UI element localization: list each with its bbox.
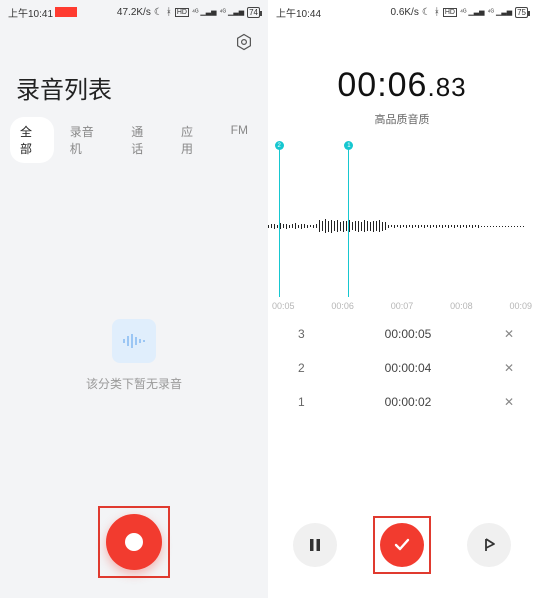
page-title: 录音列表 bbox=[0, 52, 268, 117]
empty-state: 该分类下暂无录音 bbox=[0, 143, 268, 568]
status-net: 0.6K/s bbox=[390, 7, 418, 18]
marker-badge: 2 bbox=[275, 141, 284, 150]
record-icon bbox=[125, 533, 143, 551]
settings-button[interactable] bbox=[234, 32, 254, 52]
stop-button[interactable] bbox=[380, 523, 424, 567]
pause-button[interactable] bbox=[293, 523, 337, 567]
signal-icon: ⁴ᴳ ▁▃▅ bbox=[460, 8, 485, 16]
recording-controls bbox=[268, 516, 536, 574]
time-marker[interactable]: 1 bbox=[348, 147, 349, 297]
battery-icon: 75 bbox=[515, 7, 528, 18]
moon-icon: ☾ bbox=[154, 7, 163, 18]
waveform-area[interactable]: 21 00:0500:0600:0700:0800:09 bbox=[268, 141, 536, 311]
status-bar: 上午10:41 47.2K/s ☾ ᚼ HD ⁴ᴳ ▁▃▅ ⁴ᴳ ▁▃▅ 74 bbox=[0, 0, 268, 24]
marks-list: 300:00:05✕200:00:04✕100:00:02✕ bbox=[268, 311, 536, 419]
moon-icon: ☾ bbox=[422, 7, 431, 18]
time-marker[interactable]: 2 bbox=[279, 147, 280, 297]
signal-icon-2: ⁴ᴳ ▁▃▅ bbox=[220, 8, 245, 16]
recording-screen: 上午10:44 0.6K/s ☾ ᚼ HD ⁴ᴳ ▁▃▅ ⁴ᴳ ▁▃▅ 75 0… bbox=[268, 0, 536, 598]
delete-mark-button[interactable]: ✕ bbox=[494, 327, 514, 341]
gear-icon bbox=[235, 33, 253, 51]
waveform bbox=[268, 219, 536, 233]
record-button[interactable] bbox=[106, 514, 162, 570]
mark-time: 00:00:04 bbox=[322, 361, 494, 375]
mark-row[interactable]: 300:00:05✕ bbox=[268, 317, 536, 351]
empty-text: 该分类下暂无录音 bbox=[86, 375, 182, 392]
pause-icon bbox=[308, 538, 322, 552]
axis-tick: 00:07 bbox=[391, 301, 414, 311]
marker-badge: 1 bbox=[344, 141, 353, 150]
delete-mark-button[interactable]: ✕ bbox=[494, 361, 514, 375]
delete-mark-button[interactable]: ✕ bbox=[494, 395, 514, 409]
signal-icon: ⁴ᴳ ▁▃▅ bbox=[192, 8, 217, 16]
mark-index: 2 bbox=[298, 361, 322, 375]
mark-index: 3 bbox=[298, 327, 322, 341]
status-bar: 上午10:44 0.6K/s ☾ ᚼ HD ⁴ᴳ ▁▃▅ ⁴ᴳ ▁▃▅ 75 bbox=[268, 0, 536, 24]
hd-icon: HD bbox=[443, 8, 457, 17]
highlight-box bbox=[98, 506, 170, 578]
axis-tick: 00:09 bbox=[509, 301, 532, 311]
recording-list-screen: 上午10:41 47.2K/s ☾ ᚼ HD ⁴ᴳ ▁▃▅ ⁴ᴳ ▁▃▅ 74 … bbox=[0, 0, 268, 598]
signal-icon-2: ⁴ᴳ ▁▃▅ bbox=[488, 8, 513, 16]
flag-icon bbox=[482, 538, 496, 552]
status-net: 47.2K/s bbox=[117, 7, 151, 18]
check-icon bbox=[393, 536, 411, 554]
axis-tick: 00:05 bbox=[272, 301, 295, 311]
flag-button[interactable] bbox=[467, 523, 511, 567]
recording-timer: 00:06.83 bbox=[268, 66, 536, 105]
mark-index: 1 bbox=[298, 395, 322, 409]
battery-icon: 74 bbox=[247, 7, 260, 18]
highlight-box bbox=[373, 516, 431, 574]
mark-row[interactable]: 100:00:02✕ bbox=[268, 385, 536, 419]
mark-time: 00:00:05 bbox=[322, 327, 494, 341]
status-redaction bbox=[55, 7, 77, 17]
bt-icon: ᚼ bbox=[166, 7, 172, 18]
axis-tick: 00:08 bbox=[450, 301, 473, 311]
time-axis: 00:05 00:06 00:07 00:08 00:09 bbox=[272, 301, 532, 311]
status-time: 上午10:44 bbox=[276, 5, 321, 20]
mark-time: 00:00:02 bbox=[322, 395, 494, 409]
status-time: 上午10:41 bbox=[8, 5, 53, 20]
hd-icon: HD bbox=[175, 8, 189, 17]
quality-label: 高品质音质 bbox=[268, 111, 536, 127]
bt-icon: ᚼ bbox=[434, 7, 440, 18]
axis-tick: 00:06 bbox=[331, 301, 354, 311]
waveform-icon bbox=[112, 319, 156, 363]
mark-row[interactable]: 200:00:04✕ bbox=[268, 351, 536, 385]
